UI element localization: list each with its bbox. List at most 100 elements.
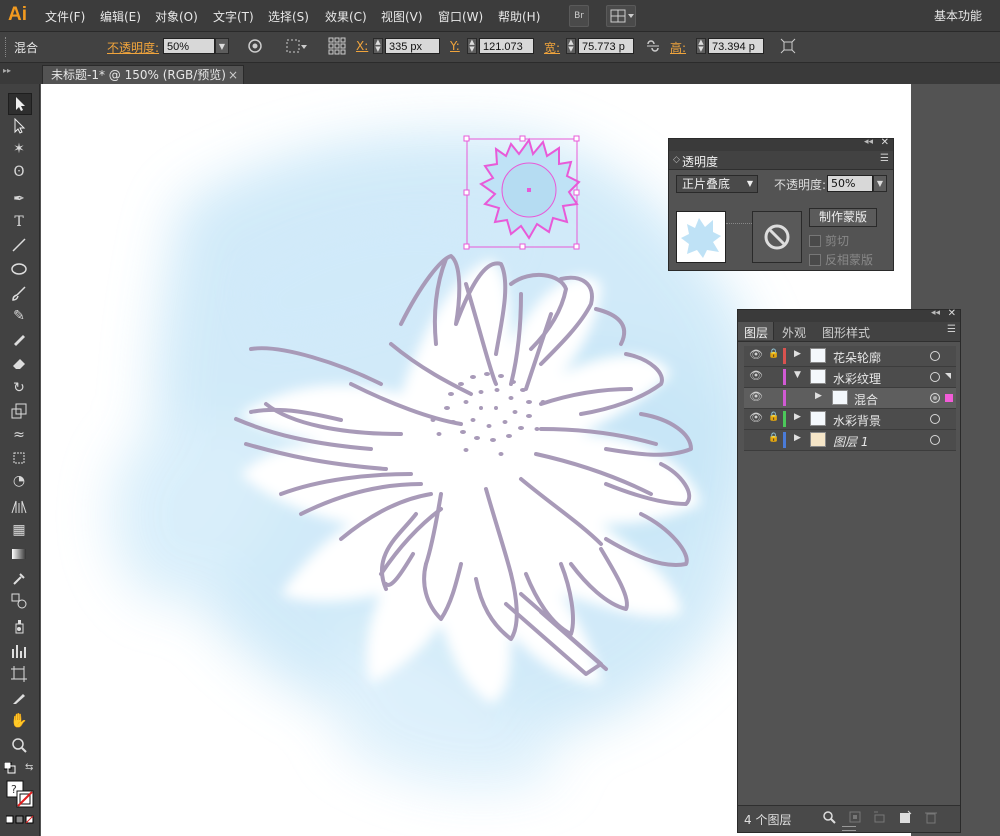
panel-resize-grip[interactable] [842,826,856,831]
visibility-eye-icon[interactable]: 👁 [749,369,763,382]
create-new-layer-icon[interactable] [898,810,912,827]
menu-type[interactable]: 文字(T) [213,8,254,25]
target-circle-icon[interactable] [930,351,940,361]
height-stepper[interactable]: ▲ ▼ [696,38,706,54]
layers-panel-header[interactable]: ◂◂ ✕ [738,308,960,322]
expand-triangle-icon[interactable]: ▶ [794,412,801,422]
document-tab[interactable]: 未标题-1* @ 150% (RGB/预览) × [42,65,244,84]
swap-fill-stroke-icon[interactable]: ⇆ [25,762,33,773]
expand-triangle-icon[interactable]: ▶ [794,433,801,443]
lock-icon[interactable]: 🔒 [768,433,779,443]
close-tab-icon[interactable]: × [228,66,238,84]
tab-graphic-styles[interactable]: 图形样式 [822,324,870,341]
layer-name[interactable]: 水彩纹理 [833,370,881,387]
recolor-artwork-icon[interactable] [247,38,263,58]
pen-tool-icon[interactable]: ✒ [8,189,30,209]
clip-checkbox[interactable] [809,235,821,247]
free-transform-tool-icon[interactable] [8,448,30,468]
slice-tool-icon[interactable] [8,688,30,708]
menu-view[interactable]: 视图(V) [381,8,423,25]
default-fill-stroke-icon[interactable] [3,761,16,774]
y-stepper[interactable]: ▲ ▼ [467,38,477,54]
target-circle-icon[interactable] [930,372,940,382]
collapse-panel-icon[interactable]: ◂◂ [931,308,940,318]
tab-layers[interactable]: 图层 [738,322,775,340]
width-tool-icon[interactable]: ≈ [8,425,30,445]
lock-icon[interactable]: 🔒 [768,412,779,422]
opacity-input[interactable]: 50% [163,38,215,54]
opacity-dropdown[interactable]: ▼ [215,38,229,54]
menu-object[interactable]: 对象(O) [155,8,198,25]
layer-name[interactable]: 图层 1 [833,433,868,450]
locate-object-icon[interactable] [822,810,836,827]
menu-file[interactable]: 文件(F) [45,8,85,25]
menu-edit[interactable]: 编辑(E) [100,8,141,25]
y-input[interactable]: 121.073 [479,38,534,54]
width-input[interactable]: 75.773 p [578,38,634,54]
x-input[interactable]: 335 px [385,38,440,54]
layer-name[interactable]: 水彩背景 [833,412,881,429]
visibility-eye-icon[interactable]: 👁 [749,390,763,403]
menu-effect[interactable]: 效果(C) [325,8,367,25]
perspective-grid-tool-icon[interactable] [8,496,30,516]
close-panel-icon[interactable]: ✕ [881,137,889,148]
control-bar-grip[interactable] [5,37,8,57]
constrain-proportions-icon[interactable] [645,38,661,58]
symbol-sprayer-tool-icon[interactable] [8,616,30,636]
selection-tool-icon[interactable] [8,93,32,115]
visibility-eye-icon[interactable]: 👁 [749,411,763,424]
line-tool-icon[interactable] [8,235,30,255]
mask-thumbnail[interactable] [752,211,802,263]
layer-row[interactable]: 👁 ▼ 水彩纹理 [744,367,956,388]
eyedropper-tool-icon[interactable] [8,568,30,588]
blend-tool-icon[interactable] [8,591,30,611]
magic-wand-tool-icon[interactable]: ✶ [8,139,30,159]
tab-transparency[interactable]: 透明度 [682,153,718,170]
rotate-tool-icon[interactable]: ↻ [8,378,30,398]
column-graph-tool-icon[interactable] [8,641,30,661]
target-circle-icon[interactable] [930,414,940,424]
fill-stroke-swatch[interactable]: ? [6,780,34,808]
visibility-eye-icon[interactable]: 👁 [749,348,763,361]
lock-icon[interactable]: 🔒 [768,349,779,359]
direct-selection-tool-icon[interactable] [8,116,30,136]
type-tool-icon[interactable]: T [8,212,30,232]
panel-menu-icon[interactable]: ☰ [947,324,956,335]
close-panel-icon[interactable]: ✕ [948,308,956,319]
lasso-tool-icon[interactable]: ʘ [8,162,30,182]
reference-point-icon[interactable] [328,37,346,59]
pencil-tool-icon[interactable]: ✎ [8,306,30,326]
layer-row[interactable]: 👁 🔒 ▶ 水彩背景 [744,409,956,430]
artboard-tool-icon[interactable] [8,664,30,684]
blend-mode-select[interactable]: 正片叠底 ▼ [676,175,758,193]
mesh-tool-icon[interactable]: ▦ [8,520,30,540]
panel-menu-icon[interactable]: ☰ [880,153,889,164]
transform-reference-icon[interactable] [285,38,309,58]
collapse-toolbar-icon[interactable]: ▸▸ [3,66,11,75]
delete-layer-icon[interactable] [924,810,938,827]
eraser-tool-icon[interactable] [8,353,30,373]
opacity-label[interactable]: 不透明度: [107,39,159,56]
transform-icon[interactable] [780,38,796,58]
width-stepper[interactable]: ▲ ▼ [566,38,576,54]
color-mode-icons[interactable] [5,814,36,828]
transparency-opacity-input[interactable]: 50% [827,175,873,192]
tab-appearance[interactable]: 外观 [782,324,806,341]
layer-row[interactable]: 👁 🔒 ▶ 花朵轮廓 [744,346,956,367]
bridge-button[interactable]: Br [569,5,589,27]
panel-options-icon[interactable]: ◇ [673,155,680,165]
target-circle-icon[interactable] [930,393,940,403]
paintbrush-tool-icon[interactable] [8,283,30,303]
collapse-triangle-icon[interactable]: ▼ [794,370,801,380]
artwork-thumbnail[interactable] [676,211,726,263]
arrange-documents-button[interactable] [606,5,636,27]
selected-art-square[interactable] [945,394,953,402]
layer-name[interactable]: 混合 [854,391,878,408]
hand-tool-icon[interactable]: ✋ [8,711,30,731]
expand-triangle-icon[interactable]: ▶ [815,391,822,401]
height-input[interactable]: 73.394 p [708,38,764,54]
workspace-switcher[interactable]: 基本功能 [934,7,982,24]
expand-triangle-icon[interactable]: ▶ [794,349,801,359]
make-mask-button[interactable]: 制作蒙版 [809,208,877,227]
make-clipping-mask-icon[interactable] [848,810,862,827]
